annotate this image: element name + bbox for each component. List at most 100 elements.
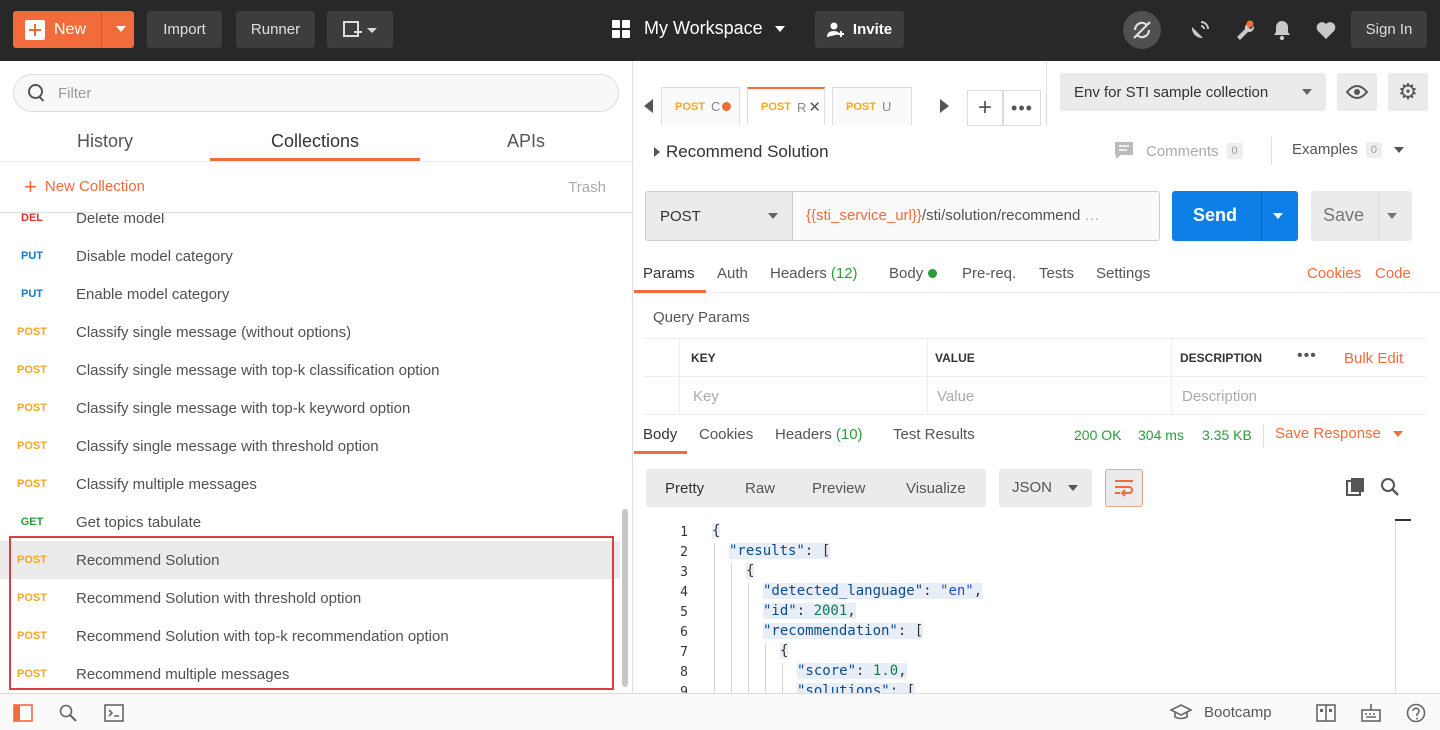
list-item[interactable]: DEL Delete model (0, 213, 620, 237)
chevron-down-icon (1393, 146, 1404, 153)
tab-response-headers[interactable]: Headers (10) (775, 426, 863, 443)
list-item[interactable]: POST Classify multiple messages (0, 465, 620, 503)
new-collection-button[interactable]: + New Collection (24, 175, 145, 197)
copy-icon[interactable] (1346, 477, 1366, 497)
language-select[interactable]: JSON (999, 469, 1092, 507)
tab-prereq[interactable]: Pre-req. (962, 265, 1016, 282)
two-pane-view-icon[interactable] (1316, 703, 1336, 723)
list-item[interactable]: POST Classify single message with thresh… (0, 427, 620, 465)
request-tab[interactable]: POST C (661, 87, 740, 125)
request-title[interactable]: Recommend Solution (654, 142, 829, 162)
response-body-viewer[interactable]: 1 2 3 4 5 6 7 8 9 {"results": [{"detecte… (634, 519, 1440, 693)
find-replace-icon[interactable] (58, 703, 78, 723)
close-icon[interactable]: ✕ (808, 98, 821, 116)
tab-history[interactable]: History (0, 125, 210, 161)
invite-button[interactable]: Invite (815, 11, 904, 48)
search-icon[interactable] (1380, 477, 1400, 497)
tab-apis[interactable]: APIs (421, 125, 631, 161)
new-tab-button[interactable]: + (967, 90, 1003, 126)
scroll-right-icon[interactable] (940, 99, 949, 113)
new-button[interactable]: New (13, 11, 134, 48)
bootcamp-button[interactable]: Bootcamp (1170, 703, 1272, 721)
workspace-switcher[interactable]: My Workspace (612, 18, 785, 39)
manage-environments-button[interactable]: ⚙ (1388, 73, 1428, 111)
environment-select[interactable]: Env for STI sample collection (1060, 73, 1326, 111)
save-response-button[interactable]: Save Response (1275, 425, 1403, 442)
sidebar-toggle-icon[interactable] (13, 703, 33, 723)
line-number: 7 (680, 645, 688, 660)
response-time[interactable]: 304 ms (1138, 427, 1184, 443)
tab-auth[interactable]: Auth (717, 265, 748, 282)
chevron-down-icon[interactable] (116, 26, 126, 32)
tab-tests[interactable]: Tests (1039, 265, 1074, 282)
filter-box[interactable] (13, 74, 619, 112)
trash-link[interactable]: Trash (568, 179, 606, 196)
scroll-thumb[interactable] (622, 509, 628, 687)
chevron-down-icon[interactable] (1273, 213, 1283, 219)
environment-quick-look-button[interactable] (1337, 73, 1377, 111)
chevron-right-icon (654, 147, 660, 157)
tab-headers[interactable]: Headers (12) (770, 265, 858, 282)
help-icon[interactable] (1406, 703, 1426, 723)
save-button[interactable]: Save (1311, 191, 1412, 241)
code-line: "solutions": [ (797, 683, 916, 693)
tab-test-results[interactable]: Test Results (893, 426, 975, 443)
tab-response-cookies[interactable]: Cookies (699, 426, 753, 443)
list-item[interactable]: PUT Enable model category (0, 275, 620, 313)
sign-in-button[interactable]: Sign In (1351, 11, 1427, 48)
tab-collections[interactable]: Collections (210, 125, 420, 161)
list-item[interactable]: POST Classify single message with top-k … (0, 351, 620, 389)
list-item[interactable]: POST Classify single message with top-k … (0, 389, 620, 427)
method-select[interactable]: POST (646, 192, 793, 240)
examples-dropdown[interactable]: Examples 0 (1292, 141, 1404, 158)
code-line: { (780, 643, 789, 659)
tab-options-button[interactable]: ••• (1003, 90, 1041, 126)
code-link[interactable]: Code (1375, 265, 1411, 282)
favorites-button[interactable] (1310, 14, 1342, 46)
tab-params[interactable]: Params (643, 265, 695, 282)
sidebar-scrollbar[interactable] (620, 213, 630, 693)
add-user-icon (826, 22, 844, 37)
keyboard-shortcuts-icon[interactable] (1361, 703, 1381, 723)
value-input[interactable]: Value (937, 388, 974, 405)
status-code[interactable]: 200 OK (1074, 427, 1121, 443)
line-number: 6 (680, 625, 688, 640)
format-preview[interactable]: Preview (812, 480, 865, 497)
scroll-left-icon[interactable] (644, 99, 653, 113)
add-window-icon (343, 20, 377, 37)
more-horizontal-icon[interactable]: ••• (1297, 347, 1317, 365)
collapse-icon[interactable] (1395, 519, 1411, 521)
send-button[interactable]: Send (1172, 191, 1298, 241)
format-raw[interactable]: Raw (745, 480, 775, 497)
request-tab[interactable]: POST U (832, 87, 912, 125)
response-size[interactable]: 3.35 KB (1202, 427, 1252, 443)
tab-response-body[interactable]: Body (643, 426, 677, 443)
filter-input[interactable] (58, 84, 558, 102)
chevron-down-icon[interactable] (1387, 213, 1397, 219)
format-pretty[interactable]: Pretty (665, 480, 704, 497)
request-tab-active[interactable]: POST R ✕ (747, 87, 825, 125)
console-icon[interactable] (104, 703, 124, 723)
comments-button[interactable]: Comments 0 (1114, 141, 1243, 161)
import-button[interactable]: Import (147, 11, 222, 48)
list-item[interactable]: PUT Disable model category (0, 237, 620, 275)
tab-settings[interactable]: Settings (1096, 265, 1150, 282)
graduation-cap-icon (1170, 704, 1192, 720)
runner-button[interactable]: Runner (236, 11, 315, 48)
description-input[interactable]: Description (1182, 388, 1257, 405)
capture-requests-button[interactable] (1228, 14, 1260, 46)
notifications-button[interactable] (1266, 14, 1298, 46)
wrap-lines-button[interactable] (1105, 469, 1143, 507)
list-item[interactable]: POST Classify single message (without op… (0, 313, 620, 351)
format-visualize[interactable]: Visualize (906, 480, 966, 497)
key-input[interactable]: Key (693, 388, 719, 405)
bulk-edit-link[interactable]: Bulk Edit (1344, 350, 1403, 367)
sync-status-button[interactable] (1123, 11, 1161, 49)
url-input[interactable]: {{sti_service_url}}/sti/solution/recomme… (806, 207, 1146, 224)
cookies-link[interactable]: Cookies (1307, 265, 1361, 282)
new-window-button[interactable] (327, 11, 393, 48)
column-header-key: KEY (691, 351, 716, 365)
interceptor-button[interactable] (1184, 14, 1216, 46)
query-params-title: Query Params (653, 309, 750, 326)
tab-body[interactable]: Body (889, 265, 938, 282)
